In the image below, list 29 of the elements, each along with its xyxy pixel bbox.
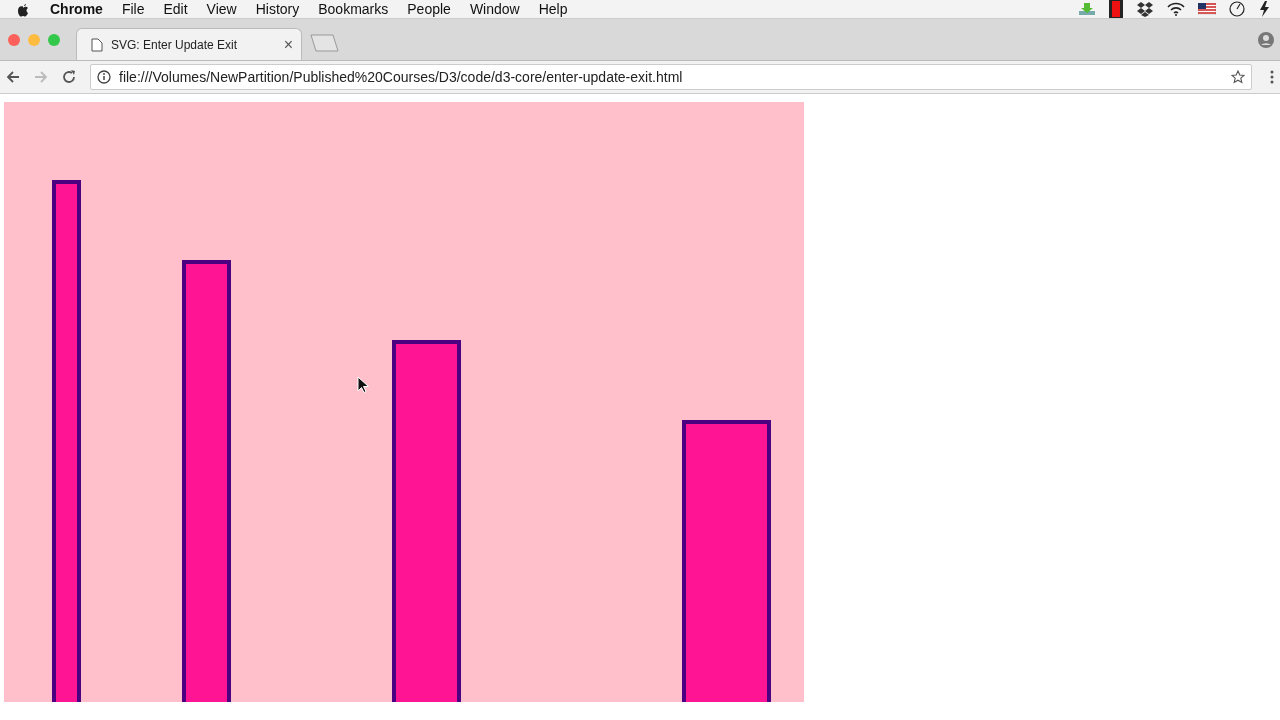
menu-item[interactable]: History bbox=[255, 1, 300, 17]
back-icon[interactable] bbox=[6, 70, 20, 84]
menu-item[interactable]: Edit bbox=[163, 1, 188, 17]
page-icon bbox=[91, 37, 103, 52]
menu-item[interactable]: Window bbox=[469, 1, 520, 17]
menu-item[interactable]: View bbox=[206, 1, 237, 17]
cursor-icon bbox=[357, 376, 369, 393]
url-text: file:///Volumes/NewPartition/Published%20Courses/D3/code/d3-core/enter-update-exit.html bbox=[119, 69, 684, 85]
wifi-icon[interactable] bbox=[1167, 2, 1185, 16]
browser-tab[interactable]: SVG: Enter Update Exit × bbox=[76, 28, 302, 60]
close-tab-button[interactable]: × bbox=[283, 35, 293, 54]
profile-icon[interactable] bbox=[1258, 31, 1274, 48]
reload-icon[interactable] bbox=[62, 70, 76, 84]
menu-item[interactable]: Chrome bbox=[50, 1, 103, 17]
tab-title: SVG: Enter Update Exit bbox=[111, 37, 239, 52]
address-field[interactable]: file:///Volumes/NewPartition/Published%20Courses/D3/code/d3-core/enter-update-exit.html bbox=[90, 64, 1252, 90]
clock-icon[interactable] bbox=[1229, 1, 1245, 17]
menu-item[interactable]: File bbox=[121, 1, 145, 17]
bolt-icon[interactable] bbox=[1258, 1, 1270, 17]
apple-icon[interactable] bbox=[16, 1, 30, 17]
menu-item[interactable]: Bookmarks bbox=[318, 1, 389, 17]
menu-item[interactable]: Help bbox=[538, 1, 568, 17]
menu-item[interactable]: People bbox=[407, 1, 451, 17]
more-menu-icon[interactable] bbox=[1270, 70, 1274, 84]
dropbox-icon[interactable] bbox=[1136, 1, 1154, 17]
flag-icon[interactable] bbox=[1198, 3, 1216, 15]
info-icon bbox=[97, 70, 111, 84]
star-icon[interactable] bbox=[1231, 70, 1245, 84]
film-icon[interactable] bbox=[1109, 0, 1123, 18]
